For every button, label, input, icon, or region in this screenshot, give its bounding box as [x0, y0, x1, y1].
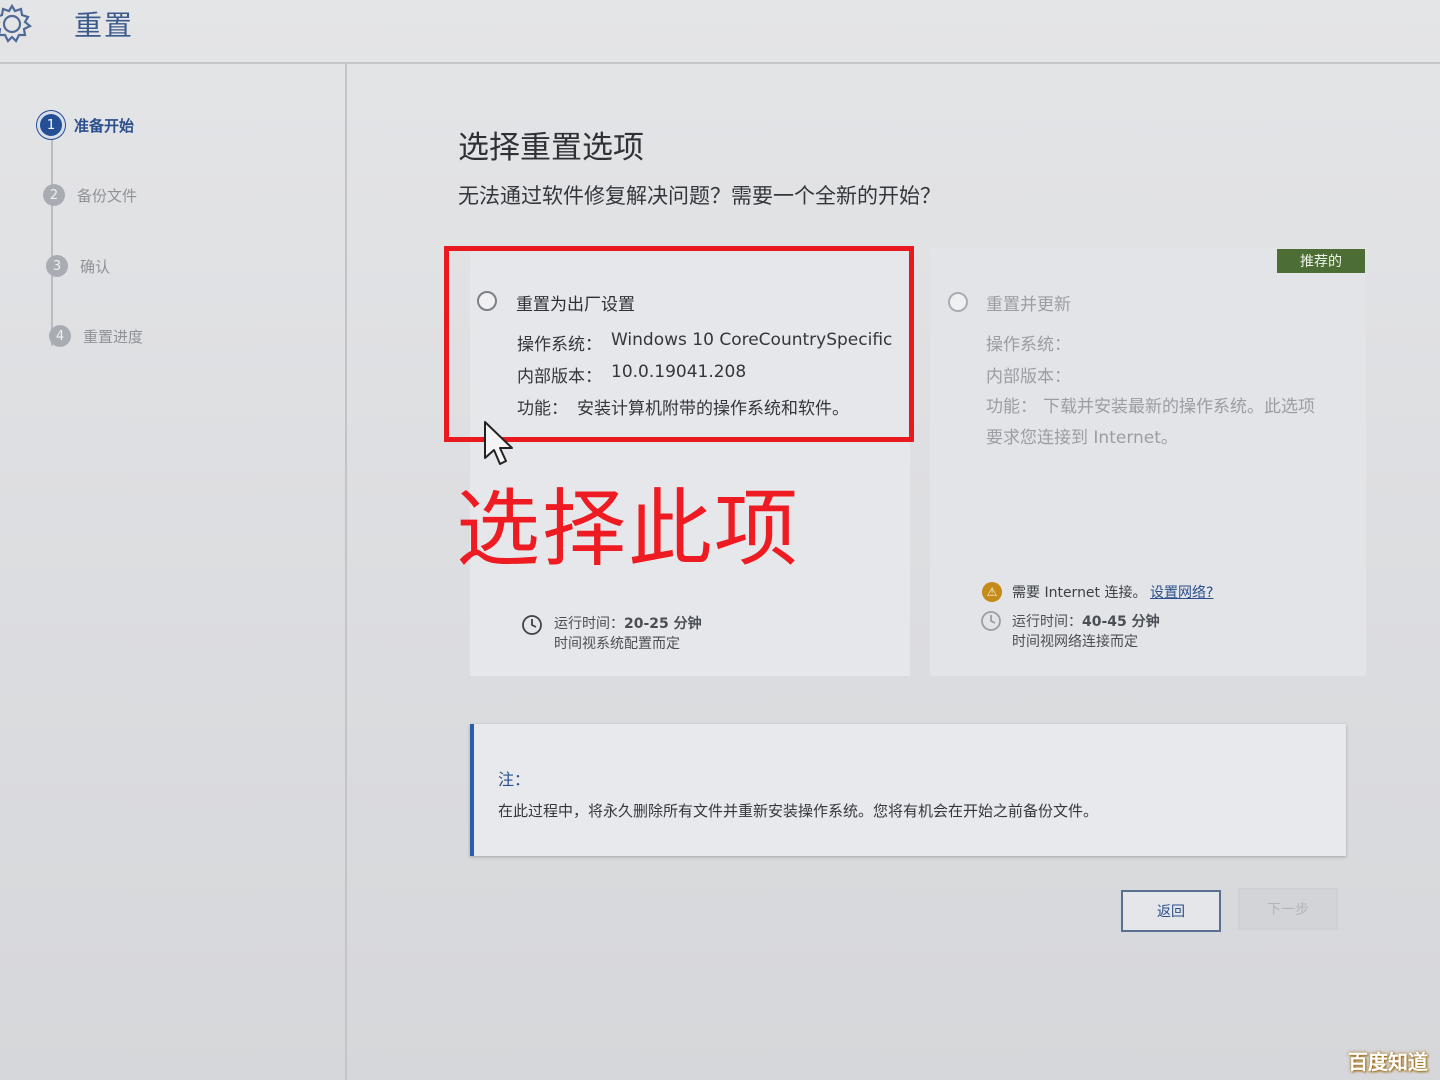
step-prepare: 1 准备开始	[40, 114, 134, 136]
title-bar: 重置	[0, 0, 1440, 64]
step-label: 确认	[80, 257, 111, 276]
update-feature-value: 下载并安装最新的操作系统。此选项	[1043, 397, 1315, 417]
note-text: 在此过程中，将永久删除所有文件并重新安装操作系统。您将有机会在开始之前备份文件。	[498, 802, 1099, 820]
note-box: 注： 在此过程中，将永久删除所有文件并重新安装操作系统。您将有机会在开始之前备份…	[470, 724, 1346, 856]
update-os-label: 操作系统：	[986, 335, 1071, 355]
warning-icon: ⚠	[982, 582, 1002, 602]
recommended-badge: 推荐的	[1277, 249, 1365, 273]
app-title: 重置	[74, 9, 135, 42]
step-label: 重置进度	[83, 327, 144, 346]
reset-update-radio[interactable]	[948, 292, 968, 312]
update-build-label: 内部版本：	[986, 367, 1071, 387]
update-time-value: 40-45 分钟	[1082, 614, 1160, 630]
factory-time-label: 运行时间：	[554, 616, 624, 632]
factory-time-value: 20-25 分钟	[624, 616, 702, 632]
annotation-text: 选择此项	[456, 480, 801, 578]
note-label: 注：	[498, 770, 531, 789]
reset-window: 重置 1 准备开始 2 备份文件 3 确认 4 重置进度 选择重置选项 无法通过…	[0, 0, 1440, 1080]
update-feature-value-line2: 要求您连接到 Internet。	[986, 428, 1178, 448]
clock-icon	[522, 615, 542, 635]
step-number-badge: 4	[49, 325, 71, 347]
sidebar-steps: 1 准备开始 2 备份文件 3 确认 4 重置进度	[0, 64, 347, 1080]
internet-notice: 需要 Internet 连接。	[1012, 585, 1147, 601]
steps-connector-line	[51, 136, 53, 346]
watermark-logo: 百度知道	[1348, 1050, 1428, 1074]
step-label: 备份文件	[77, 186, 138, 205]
update-feature-label: 功能：	[986, 397, 1037, 417]
gear-icon	[0, 3, 33, 43]
step-label: 准备开始	[74, 116, 135, 135]
reset-update-title: 重置并更新	[986, 295, 1071, 315]
mouse-cursor-icon	[484, 421, 513, 465]
highlight-box	[444, 246, 914, 442]
back-button[interactable]: 返回	[1121, 890, 1221, 932]
factory-time-note: 时间视系统配置而定	[554, 636, 680, 652]
factory-time: 运行时间：20-25 分钟	[554, 613, 702, 633]
step-progress: 4 重置进度	[49, 325, 143, 347]
clock-icon	[981, 611, 1001, 631]
update-time-label: 运行时间：	[1012, 614, 1082, 630]
step-number-badge: 2	[43, 184, 65, 206]
next-button[interactable]: 下一步	[1238, 888, 1338, 930]
update-time-note: 时间视网络连接而定	[1012, 634, 1138, 650]
step-confirm: 3 确认	[46, 255, 110, 277]
setup-network-link[interactable]: 设置网络?	[1150, 582, 1213, 602]
step-number-badge: 1	[40, 114, 62, 136]
page-title: 选择重置选项	[458, 130, 644, 166]
update-time: 运行时间：40-45 分钟	[1012, 611, 1160, 631]
step-backup: 2 备份文件	[43, 184, 137, 206]
page-subtitle: 无法通过软件修复解决问题？需要一个全新的开始？	[458, 184, 941, 208]
step-number-badge: 3	[46, 255, 68, 277]
